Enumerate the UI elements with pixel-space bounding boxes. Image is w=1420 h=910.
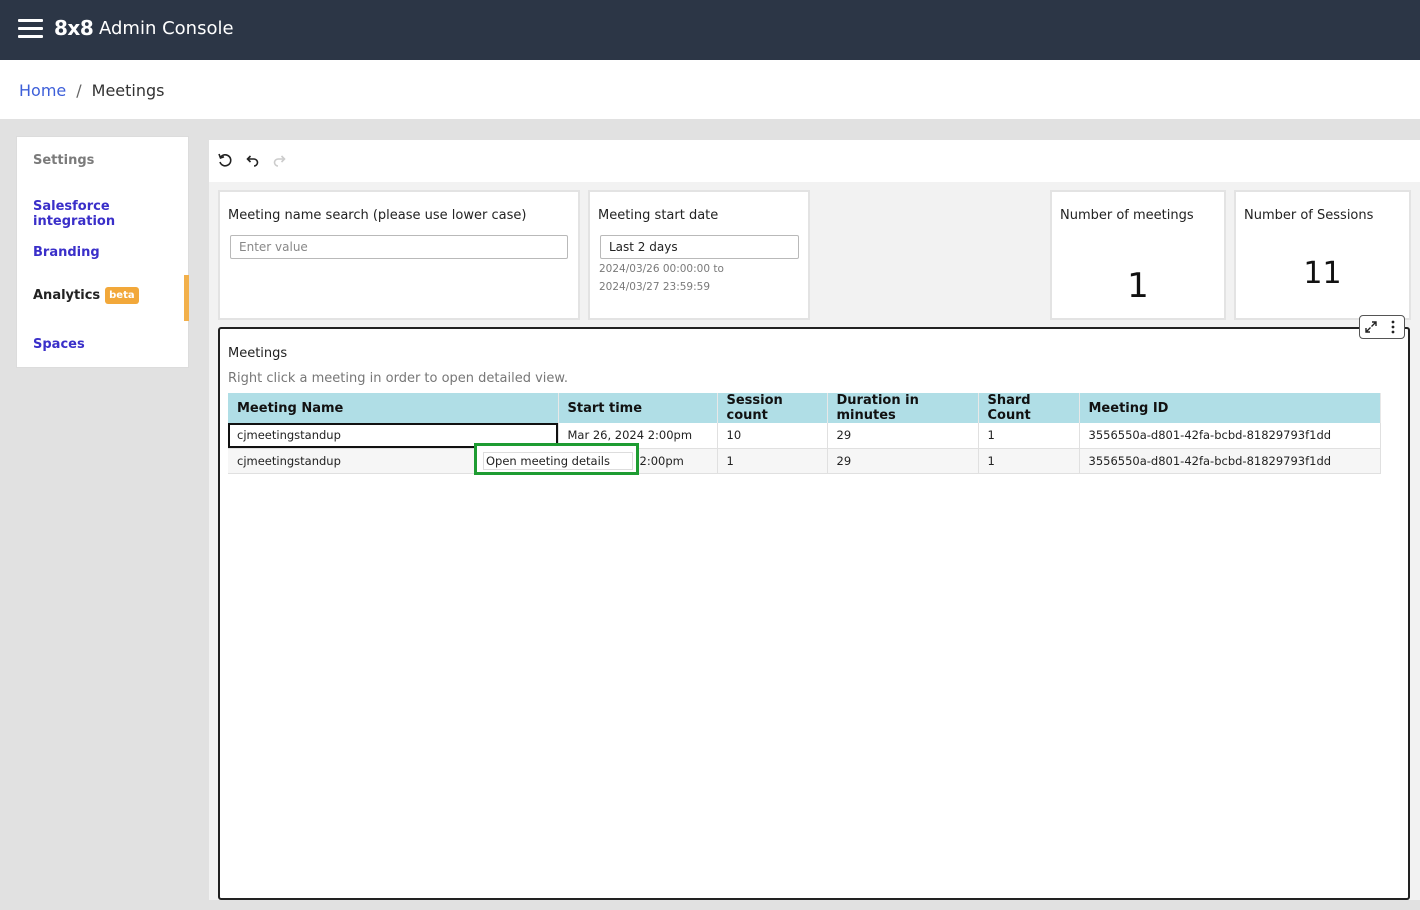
cell-session-count[interactable]: 10 [717,423,828,449]
sidebar-item-label: Analytics [33,288,101,303]
kpi-sessions-title: Number of Sessions [1244,208,1374,223]
expand-icon[interactable] [1363,319,1379,335]
kpi-meetings-value: 1 [1127,266,1149,306]
cell-duration[interactable]: 29 [827,448,979,474]
beta-badge: beta [105,287,139,304]
meetings-visual-title: Meetings [228,346,288,361]
meeting-start-date-control: Meeting start date Last 2 days 2024/03/2… [588,190,810,320]
meetings-table-visual: Meetings Right click a meeting in order … [218,315,1410,900]
sidebar-item-spaces[interactable]: Spaces [33,337,85,352]
meetings-visual-subtitle: Right click a meeting in order to open d… [228,371,568,386]
dashboard-toolbar [209,140,1420,182]
sidebar-item-branding[interactable]: Branding [33,245,100,260]
date-range-end: 2024/03/27 23:59:59 [599,281,711,293]
meeting-name-search-title: Meeting name search (please use lower ca… [228,208,527,223]
top-bar: 8x8 Admin Console [0,0,1420,60]
kpi-sessions-value: 11 [1303,256,1342,291]
meeting-name-search-control: Meeting name search (please use lower ca… [218,190,580,320]
cell-shard-count[interactable]: 1 [978,423,1080,449]
breadcrumb-bar: Home / Meetings [0,60,1420,119]
reset-icon[interactable] [217,152,233,168]
date-range-start: 2024/03/26 00:00:00 to [599,263,724,275]
cell-duration[interactable]: 29 [827,423,979,449]
analytics-dashboard: Meeting name search (please use lower ca… [209,140,1420,900]
column-header-meeting-id[interactable]: Meeting ID [1079,393,1381,423]
sidebar-item-salesforce-integration[interactable]: Salesforce integration [33,199,188,229]
hamburger-menu-icon[interactable] [18,19,43,39]
settings-sidebar: Settings Salesforce integration Branding… [16,136,189,368]
breadcrumb-current: Meetings [91,81,165,100]
more-options-icon[interactable] [1385,319,1401,335]
column-header-meeting-name[interactable]: Meeting Name [228,393,559,423]
open-meeting-details-menu-item[interactable]: Open meeting details [483,452,633,470]
context-menu: Open meeting details [474,443,639,475]
undo-icon[interactable] [244,152,260,168]
column-header-duration[interactable]: Duration in minutes [827,393,979,423]
kpi-meetings-title: Number of meetings [1060,208,1194,223]
brand-logo: 8x8 [54,16,94,40]
meeting-name-search-input[interactable]: Enter value [230,235,568,259]
meetings-table: Meeting Name Start time Session count Du… [228,393,1381,474]
app-title: Admin Console [99,18,234,39]
cell-shard-count[interactable]: 1 [978,448,1080,474]
column-header-session-count[interactable]: Session count [717,393,828,423]
cell-meeting-id[interactable]: 3556550a-d801-42fa-bcbd-81829793f1dd [1079,448,1381,474]
redo-icon[interactable] [272,152,288,168]
sidebar-heading: Settings [33,153,95,168]
table-row[interactable]: cjmeetingstandup Mar 26, 2024 2:00pm 10 … [228,423,1381,449]
start-date-select[interactable]: Last 2 days [600,235,799,259]
cell-session-count[interactable]: 1 [717,448,828,474]
meeting-start-date-title: Meeting start date [598,208,719,223]
table-header-row: Meeting Name Start time Session count Du… [228,393,1381,423]
kpi-number-of-sessions: Number of Sessions 11 [1234,190,1411,320]
visual-actions [1359,315,1405,339]
breadcrumb-separator: / [76,81,82,100]
breadcrumb-home-link[interactable]: Home [19,81,66,100]
sidebar-item-analytics[interactable]: Analytics beta [33,287,139,304]
column-header-start-time[interactable]: Start time [558,393,718,423]
table-row[interactable]: cjmeetingstandup 2:00pm 1 29 1 3556550a-… [228,448,1381,474]
active-indicator [184,275,189,321]
kpi-number-of-meetings: Number of meetings 1 [1050,190,1226,320]
breadcrumb: Home / Meetings [19,81,164,100]
cell-meeting-id[interactable]: 3556550a-d801-42fa-bcbd-81829793f1dd [1079,423,1381,449]
column-header-shard-count[interactable]: Shard Count [978,393,1080,423]
